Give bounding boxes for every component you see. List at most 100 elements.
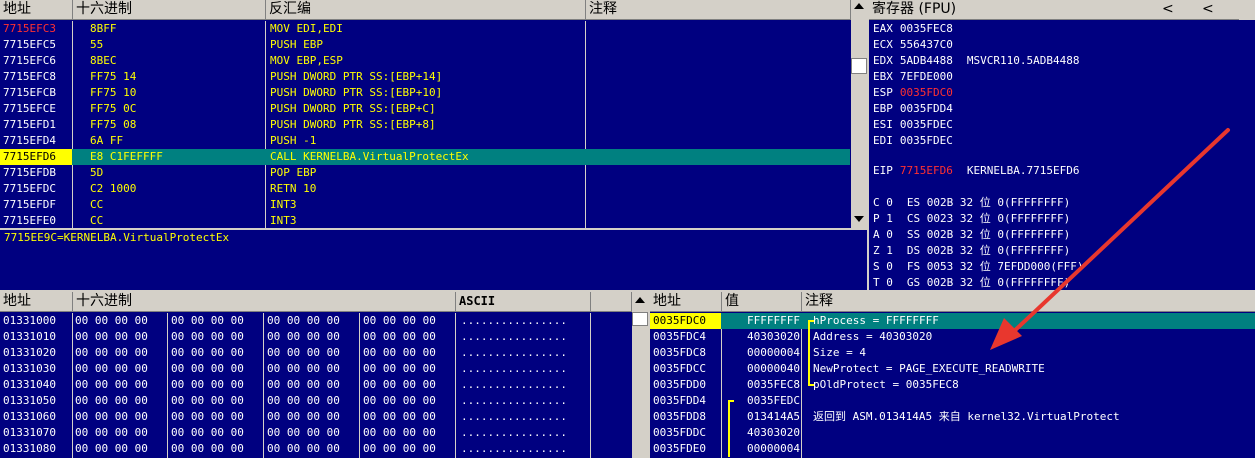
stack-value[interactable]: FFFFFFFF xyxy=(734,313,800,329)
register-ecx[interactable]: ECX 556437C0 xyxy=(873,37,1253,53)
disasm-row[interactable]: 7715EFD6 E8 C1FEFFFF CALL KERNELBA.Virtual… xyxy=(0,149,850,165)
disasm-row[interactable]: 7715EFCE FF75 0C PUSH DWORD PTR SS:[EBP+C] xyxy=(0,101,850,117)
scroll-up-icon[interactable] xyxy=(635,297,645,303)
dump-hex-group: 00 00 00 00 xyxy=(171,362,244,375)
dump-col-address[interactable]: 地址 xyxy=(0,292,73,312)
flag-row[interactable]: C 0 ES 002B 32 位 0(FFFFFFFF) xyxy=(873,195,1253,211)
register-value[interactable]: 0035FDEC xyxy=(900,118,953,131)
registers-title[interactable]: 寄存器 (FPU) xyxy=(869,0,1159,20)
register-value[interactable]: 556437C0 xyxy=(900,38,953,51)
registers-pane[interactable]: EAX 0035FEC8 ECX 556437C0 EDX 5ADB4488 MSVCR11… xyxy=(869,21,1255,292)
register-value[interactable]: 5ADB4488 xyxy=(900,54,953,67)
stack-pane[interactable]: 0035FDC0 FFFFFFFF hProcess = FFFFFFFF 0035F… xyxy=(650,313,1255,458)
disasm-row[interactable]: 7715EFCB FF75 10 PUSH DWORD PTR SS:[EBP+10… xyxy=(0,85,850,101)
scroll-up-icon[interactable] xyxy=(854,3,864,9)
stack-value[interactable]: 00000040 xyxy=(734,361,800,377)
register-esi[interactable]: ESI 0035FDEC xyxy=(873,117,1253,133)
stack-row[interactable]: 0035FDD4 0035FEDC xyxy=(650,393,1255,409)
dump-row[interactable]: 01331030 00 00 00 00 00 00 00 00 00 00 00 0… xyxy=(0,361,632,377)
register-value[interactable]: 0035FDC0 xyxy=(900,86,953,99)
disasm-hex: E8 C1FEFFFF xyxy=(90,150,163,163)
dump-scrollbar[interactable] xyxy=(632,292,648,458)
stack-row[interactable]: 0035FDC8 00000004 Size = 4 xyxy=(650,345,1255,361)
register-value[interactable]: 0035FEC8 xyxy=(900,22,953,35)
reg-nav-left-1[interactable]: < xyxy=(1159,0,1199,20)
flag-row[interactable]: Z 1 DS 002B 32 位 0(FFFFFFFF) xyxy=(873,243,1253,259)
dump-col-hex[interactable]: 十六进制 xyxy=(73,292,456,312)
flag-value: C 0 xyxy=(873,196,893,209)
stack-col-value[interactable]: 值 xyxy=(722,292,802,312)
dump-ascii: ................ xyxy=(461,314,567,327)
disasm-col-hex[interactable]: 十六进制 xyxy=(73,0,266,20)
disasm-instruction: INT3 xyxy=(270,198,297,211)
stack-col-address[interactable]: 地址 xyxy=(650,292,722,312)
dump-row[interactable]: 01331080 00 00 00 00 00 00 00 00 00 00 00 0… xyxy=(0,441,632,457)
stack-row[interactable]: 0035FDC4 40303020 Address = 40303020 xyxy=(650,329,1255,345)
stack-col-comment[interactable]: 注释 xyxy=(802,292,1255,312)
register-value[interactable]: 7715EFD6 xyxy=(900,164,953,177)
register-ebp[interactable]: EBP 0035FDD4 xyxy=(873,101,1253,117)
stack-value[interactable]: 00000004 xyxy=(734,441,800,457)
disasm-col-address[interactable]: 地址 xyxy=(0,0,73,20)
stack-value[interactable]: 013414A5 xyxy=(734,409,800,425)
disasm-row[interactable]: 7715EFC6 8BEC MOV EBP,ESP xyxy=(0,53,850,69)
dump-row[interactable]: 01331040 00 00 00 00 00 00 00 00 00 00 00 0… xyxy=(0,377,632,393)
dump-row[interactable]: 01331000 00 00 00 00 00 00 00 00 00 00 00 0… xyxy=(0,313,632,329)
disasm-row[interactable]: 7715EFD1 FF75 08 PUSH DWORD PTR SS:[EBP+8] xyxy=(0,117,850,133)
flag-row[interactable]: P 1 CS 0023 32 位 0(FFFFFFFF) xyxy=(873,211,1253,227)
disasm-row[interactable]: 7715EFDC C2 1000 RETN 10 xyxy=(0,181,850,197)
flag-row[interactable]: A 0 SS 002B 32 位 0(FFFFFFFF) xyxy=(873,227,1253,243)
register-value[interactable]: 0035FDD4 xyxy=(900,102,953,115)
stack-comment: 返回到 ASM.013414A5 来自 kernel32.VirtualProt… xyxy=(813,410,1120,423)
dump-row[interactable]: 01331060 00 00 00 00 00 00 00 00 00 00 00 0… xyxy=(0,409,632,425)
stack-row[interactable]: 0035FDC0 FFFFFFFF hProcess = FFFFFFFF xyxy=(650,313,1255,329)
stack-row[interactable]: 0035FDD0 0035FEC8 pOldProtect = 0035FEC8 xyxy=(650,377,1255,393)
stack-value[interactable]: 00000004 xyxy=(734,345,800,361)
stack-row[interactable]: 0035FDD8 013414A5 返回到 ASM.013414A5 来自 kern… xyxy=(650,409,1255,425)
disasm-row[interactable]: 7715EFC3 8BFF MOV EDI,EDI xyxy=(0,21,850,37)
register-eip[interactable]: EIP 7715EFD6 KERNELBA.7715EFD6 xyxy=(873,163,1253,179)
disasm-pane[interactable]: 7715EFC3 8BFF MOV EDI,EDI 7715EFC5 55 PUSH EB… xyxy=(0,21,850,228)
stack-row[interactable]: 0035FDCC 00000040 NewProtect = PAGE_EXECUT… xyxy=(650,361,1255,377)
stack-row[interactable]: 0035FDDC 40303020 xyxy=(650,425,1255,441)
dump-pane[interactable]: 01331000 00 00 00 00 00 00 00 00 00 00 00 0… xyxy=(0,313,632,458)
scroll-down-icon[interactable] xyxy=(854,216,864,222)
flag-row[interactable]: T 0 GS 002B 32 位 0(FFFFFFFF) xyxy=(873,275,1253,291)
stack-value[interactable]: 0035FEC8 xyxy=(734,377,800,393)
disasm-scrollbar[interactable] xyxy=(851,0,867,228)
disasm-instruction: MOV EBP,ESP xyxy=(270,54,343,67)
register-eax[interactable]: EAX 0035FEC8 xyxy=(873,21,1253,37)
disasm-scroll-thumb[interactable] xyxy=(851,58,867,74)
dump-row[interactable]: 01331070 00 00 00 00 00 00 00 00 00 00 00 0… xyxy=(0,425,632,441)
register-ebx[interactable]: EBX 7EFDE000 xyxy=(873,69,1253,85)
dump-col-ascii[interactable]: ASCII xyxy=(456,292,591,312)
dump-row[interactable]: 01331050 00 00 00 00 00 00 00 00 00 00 00 0… xyxy=(0,393,632,409)
dump-row[interactable]: 01331020 00 00 00 00 00 00 00 00 00 00 00 0… xyxy=(0,345,632,361)
disasm-col-asm[interactable]: 反汇编 xyxy=(266,0,586,20)
register-edx[interactable]: EDX 5ADB4488 MSVCR110.5ADB4488 xyxy=(873,53,1253,69)
disasm-row[interactable]: 7715EFDB 5D POP EBP xyxy=(0,165,850,181)
disasm-row[interactable]: 7715EFC8 FF75 14 PUSH DWORD PTR SS:[EBP+14… xyxy=(0,69,850,85)
disasm-row[interactable]: 7715EFDF CC INT3 xyxy=(0,197,850,213)
register-value[interactable]: 0035FDEC xyxy=(900,134,953,147)
register-esp[interactable]: ESP 0035FDC0 xyxy=(873,85,1253,101)
dump-row[interactable]: 01331010 00 00 00 00 00 00 00 00 00 00 00 0… xyxy=(0,329,632,345)
stack-value[interactable]: 40303020 xyxy=(734,425,800,441)
disasm-row[interactable]: 7715EFD4 6A FF PUSH -1 xyxy=(0,133,850,149)
disasm-row[interactable]: 7715EFC5 55 PUSH EBP xyxy=(0,37,850,53)
stack-value[interactable]: 0035FEDC xyxy=(734,393,800,409)
register-value[interactable]: 7EFDE000 xyxy=(900,70,953,83)
disasm-col-comment[interactable]: 注释 xyxy=(586,0,851,20)
register-name: ESP xyxy=(873,86,893,99)
reg-nav-left-2[interactable]: < xyxy=(1199,0,1239,20)
dump-address: 01331050 xyxy=(3,394,56,407)
stack-value[interactable]: 40303020 xyxy=(734,329,800,345)
dump-scroll-thumb[interactable] xyxy=(632,312,648,326)
dump-hex-group: 00 00 00 00 xyxy=(75,362,148,375)
register-edi[interactable]: EDI 0035FDEC xyxy=(873,133,1253,149)
dump-hex-group: 00 00 00 00 xyxy=(363,330,436,343)
disasm-address: 7715EFCE xyxy=(3,102,56,115)
disasm-row[interactable]: 7715EFE0 CC INT3 xyxy=(0,213,850,228)
flag-row[interactable]: S 0 FS 0053 32 位 7EFDD000(FFF) xyxy=(873,259,1253,275)
stack-row[interactable]: 0035FDE0 00000004 xyxy=(650,441,1255,457)
